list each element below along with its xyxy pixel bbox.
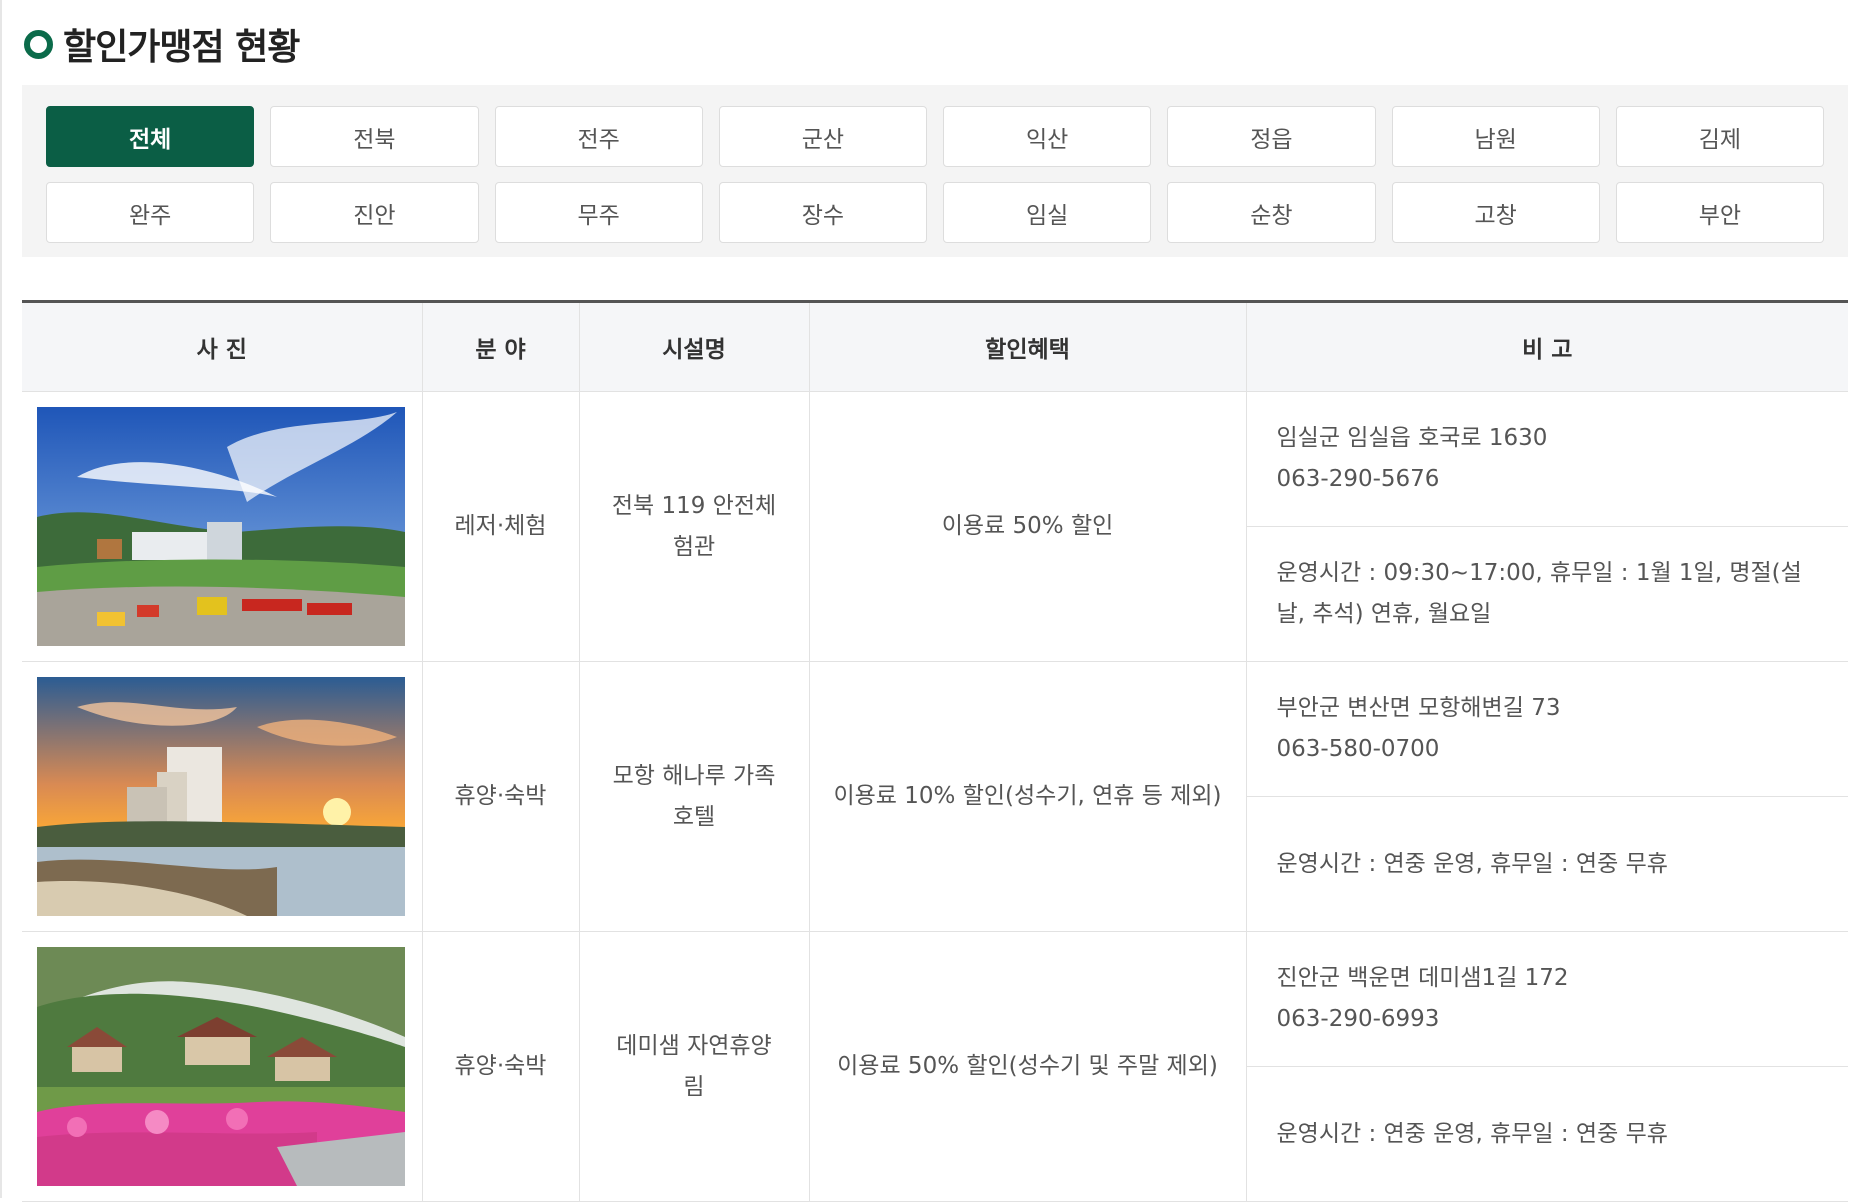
region-tab-muju[interactable]: 무주: [494, 182, 703, 243]
benefit-cell: 이용료 50% 할인: [809, 391, 1247, 662]
region-tab-gimje[interactable]: 김제: [1615, 106, 1824, 167]
benefit-cell: 이용료 50% 할인(성수기 및 주말 제외): [809, 931, 1247, 1202]
facility-cell: 전북 119 안전체험관: [579, 391, 810, 662]
phone-text: 063-290-6993: [1276, 1006, 1440, 1032]
address-text: 임실군 임실읍 호국로 1630: [1276, 425, 1548, 451]
region-filter-panel: 전체 전북 전주 군산 익산 정읍 남원 김제 완주 진안 무주 장수 임실 순…: [22, 85, 1848, 257]
hours-text: 운영시간 : 연중 운영, 휴무일 : 연중 무휴: [1276, 850, 1668, 877]
category-cell: 휴양·숙박: [422, 931, 580, 1202]
page-title: 할인가맹점 현황: [63, 27, 300, 68]
note-cell: 임실군 임실읍 호국로 1630 063-290-5676 운영시간 : 09:…: [1246, 391, 1848, 662]
facility-photo: [37, 677, 405, 916]
table-row: 레저·체험 전북 119 안전체험관 이용료 50% 할인 임실군 임실읍 호국…: [22, 391, 1848, 662]
table-row: 휴양·숙박 데미샘 자연휴양림 이용료 50% 할인(성수기 및 주말 제외) …: [22, 931, 1848, 1202]
region-tab-imsil[interactable]: 임실: [943, 182, 1152, 243]
photo-cell: [22, 661, 423, 932]
region-tab-gunsan[interactable]: 군산: [718, 106, 927, 167]
phone-text: 063-580-0700: [1276, 736, 1440, 762]
address-text: 부안군 변산면 모항해변길 73: [1276, 695, 1561, 721]
region-tab-gochang[interactable]: 고창: [1391, 182, 1600, 243]
table-row: 휴양·숙박 모항 해나루 가족호텔 이용료 10% 할인(성수기, 연휴 등 제…: [22, 661, 1848, 932]
region-tab-jeonbuk[interactable]: 전북: [270, 106, 479, 167]
region-tab-buan[interactable]: 부안: [1615, 182, 1824, 243]
region-tabs: 전체 전북 전주 군산 익산 정읍 남원 김제 완주 진안 무주 장수 임실 순…: [46, 106, 1824, 243]
column-header-facility: 시설명: [579, 301, 810, 392]
region-tab-jeonju[interactable]: 전주: [494, 106, 703, 167]
column-header-category: 분 야: [422, 301, 580, 392]
facility-cell: 데미샘 자연휴양림: [579, 931, 810, 1202]
merchant-table: 사 진 분 야 시설명 할인혜택 비 고 레저·체험 전북 119 안전체험관 …: [22, 300, 1848, 1202]
note-cell: 진안군 백운면 데미샘1길 172 063-290-6993 운영시간 : 연중…: [1246, 931, 1848, 1202]
photo-cell: [22, 931, 423, 1202]
region-tab-wanju[interactable]: 완주: [46, 182, 255, 243]
category-cell: 레저·체험: [422, 391, 580, 662]
left-divider: [0, 0, 2, 1198]
region-tab-namwon[interactable]: 남원: [1391, 106, 1600, 167]
benefit-cell: 이용료 10% 할인(성수기, 연휴 등 제외): [809, 661, 1247, 932]
category-cell: 휴양·숙박: [422, 661, 580, 932]
region-tab-all[interactable]: 전체: [46, 106, 255, 167]
note-cell: 부안군 변산면 모항해변길 73 063-580-0700 운영시간 : 연중 …: [1246, 661, 1848, 932]
facility-photo: [37, 947, 405, 1186]
phone-text: 063-290-5676: [1276, 466, 1440, 492]
hours-text: 운영시간 : 연중 운영, 휴무일 : 연중 무휴: [1276, 1120, 1668, 1147]
region-tab-jinan[interactable]: 진안: [270, 182, 479, 243]
section-heading: 할인가맹점 현황: [24, 20, 300, 68]
facility-cell: 모항 해나루 가족호텔: [579, 661, 810, 932]
column-header-note: 비 고: [1246, 301, 1848, 392]
region-tab-iksan[interactable]: 익산: [943, 106, 1152, 167]
circle-bullet-icon: [24, 29, 53, 59]
address-text: 진안군 백운면 데미샘1길 172: [1276, 965, 1569, 991]
table-header-row: 사 진 분 야 시설명 할인혜택 비 고: [22, 301, 1848, 392]
region-tab-sunchang[interactable]: 순창: [1167, 182, 1376, 243]
region-tab-jeongeup[interactable]: 정읍: [1167, 106, 1376, 167]
facility-photo: [37, 407, 405, 646]
column-header-benefit: 할인혜택: [809, 301, 1247, 392]
photo-cell: [22, 391, 423, 662]
hours-text: 운영시간 : 09:30~17:00, 휴무일 : 1월 1일, 명절(설날, …: [1276, 560, 1802, 627]
region-tab-jangsu[interactable]: 장수: [718, 182, 927, 243]
column-header-photo: 사 진: [22, 301, 423, 392]
page: 할인가맹점 현황 전체 전북 전주 군산 익산 정읍 남원 김제 완주 진안 무…: [0, 0, 1860, 1202]
